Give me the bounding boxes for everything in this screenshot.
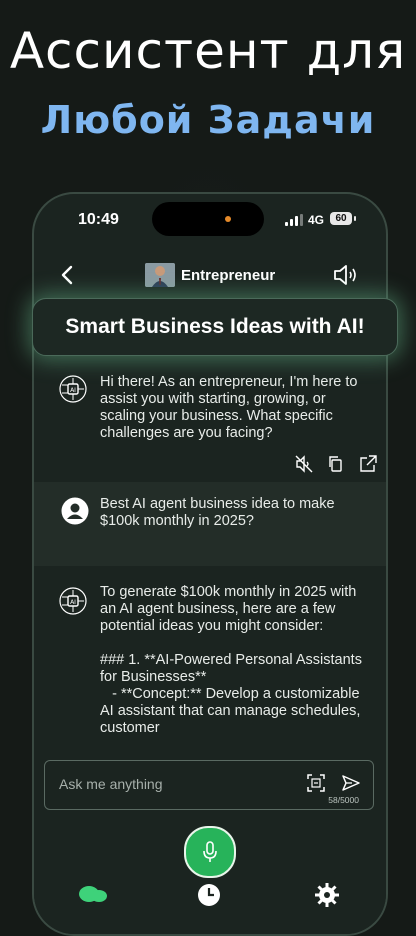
message-bot: AI To generate $100k monthly in 2025 wit… xyxy=(34,568,386,756)
share-icon[interactable] xyxy=(358,454,378,474)
status-bar: 10:49 4G 60 xyxy=(34,194,386,248)
banner-text: Smart Business Ideas with AI! xyxy=(65,315,365,338)
nav-settings-icon[interactable] xyxy=(314,882,340,908)
message-text: Best AI agent business idea to make $100… xyxy=(100,496,339,529)
nav-chat-icon[interactable] xyxy=(78,882,107,908)
character-counter: 58/5000 xyxy=(328,795,359,805)
chevron-left-icon[interactable] xyxy=(60,264,74,292)
svg-text:AI: AI xyxy=(70,387,76,394)
ai-chip-icon: AI xyxy=(58,374,88,404)
assistant-avatar xyxy=(145,263,175,287)
chat-header: Entrepreneur xyxy=(34,256,386,296)
copy-icon[interactable] xyxy=(326,454,346,474)
network-type: 4G xyxy=(308,213,325,227)
headline-line-1: Ассистент для xyxy=(9,22,407,80)
svg-text:AI: AI xyxy=(70,599,76,606)
input-area: 58/5000 xyxy=(34,756,386,934)
chat-title: Entrepreneur xyxy=(181,267,276,284)
battery-icon: 60 xyxy=(330,212,352,225)
user-icon xyxy=(61,497,89,525)
send-icon[interactable] xyxy=(341,773,361,793)
battery-tip xyxy=(354,216,356,221)
message-bot: AI Hi there! As an entrepreneur, I'm her… xyxy=(34,354,386,480)
ai-chip-icon: AI xyxy=(58,586,88,616)
message-input[interactable] xyxy=(57,773,301,795)
message-text: To generate $100k monthly in 2025 with a… xyxy=(100,584,362,736)
mute-icon[interactable] xyxy=(294,454,314,474)
message-text: Hi there! As an entrepreneur, I'm here t… xyxy=(100,374,362,441)
headline-line-2: Любой Задачи xyxy=(40,98,376,142)
bottom-navigation xyxy=(34,882,386,912)
nav-history-icon[interactable] xyxy=(196,882,222,908)
speaker-icon[interactable] xyxy=(332,263,358,287)
dynamic-island xyxy=(152,202,264,236)
status-time: 10:49 xyxy=(78,211,119,228)
message-input-box: 58/5000 xyxy=(44,760,374,810)
message-user: Best AI agent business idea to make $100… xyxy=(34,482,386,566)
message-actions xyxy=(294,454,378,474)
microphone-icon xyxy=(203,841,217,862)
signal-icon xyxy=(285,214,303,226)
privacy-dot xyxy=(225,216,231,222)
scan-icon[interactable] xyxy=(307,774,325,792)
microphone-button[interactable] xyxy=(184,826,236,878)
promo-banner: Smart Business Ideas with AI! xyxy=(32,298,398,356)
